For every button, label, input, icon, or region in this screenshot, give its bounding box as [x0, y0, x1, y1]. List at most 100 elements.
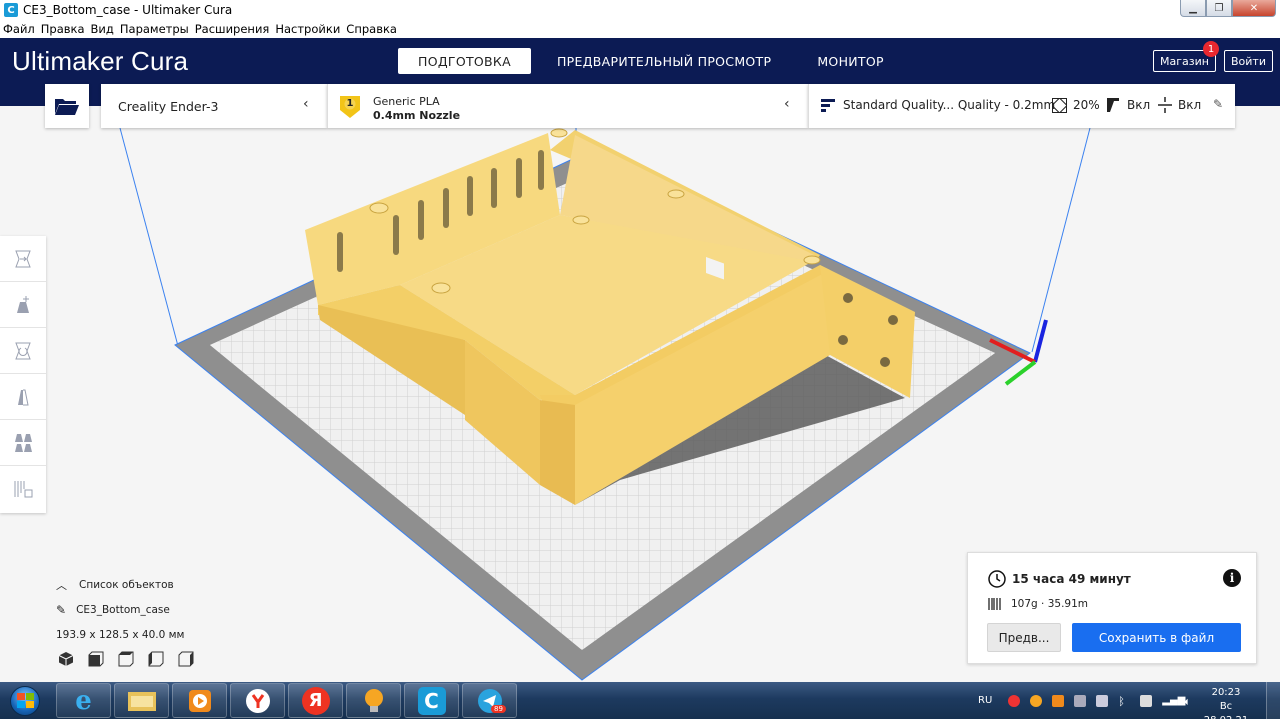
tab-prepare[interactable]: ПОДГОТОВКА [398, 48, 531, 74]
taskbar-telegram[interactable]: 89 [462, 683, 517, 718]
clock-time: 20:23 [1211, 687, 1241, 698]
scale-icon [17, 295, 29, 313]
scale-tool-button[interactable] [0, 282, 46, 328]
print-settings-selector[interactable]: Standard Quality... Quality - 0.2mm 20% … [808, 84, 1235, 128]
view-front-button[interactable] [88, 650, 118, 668]
antivirus-tray-icon[interactable] [1008, 694, 1021, 707]
menu-settings[interactable]: Параметры [120, 22, 189, 36]
yandex-icon: Я [301, 686, 330, 715]
object-dimensions: 193.9 x 128.5 x 40.0 мм [56, 628, 185, 641]
tab-preview[interactable]: ПРЕДВАРИТЕЛЬНЫЙ ПРОСМОТР [537, 48, 791, 74]
view-top-button[interactable] [118, 650, 148, 668]
menu-file[interactable]: Файл [3, 22, 35, 36]
filament-icon [988, 598, 1001, 610]
preview-button[interactable]: Предв... [987, 623, 1061, 652]
sign-in-button[interactable]: Войти [1224, 50, 1273, 72]
material-name: Generic PLA [373, 95, 440, 108]
language-indicator[interactable]: RU [978, 695, 992, 706]
tab-monitor[interactable]: МОНИТОР [797, 48, 904, 74]
extruder-number: 1 [346, 98, 354, 109]
support-value: Вкл [1127, 98, 1151, 112]
lightbulb-icon [364, 688, 383, 712]
taskbar-yandex-browser[interactable] [230, 683, 285, 718]
pencil-icon[interactable]: ✎ [56, 603, 66, 617]
taskbar-yandex[interactable]: Я [288, 683, 343, 718]
minimize-button[interactable]: ▁ [1180, 0, 1206, 17]
open-file-button[interactable] [45, 84, 89, 128]
taskbar-file-explorer[interactable] [114, 683, 169, 718]
view-right-button[interactable] [178, 650, 208, 668]
object-list-header: Список объектов [79, 578, 174, 591]
printer-name: Creality Ender-3 [118, 98, 219, 114]
view-orientation-buttons [58, 650, 208, 668]
chevron-left-icon: ‹ [303, 96, 309, 112]
transform-toolbar [0, 236, 46, 513]
marketplace-badge: 1 [1203, 41, 1219, 57]
object-list-toggle[interactable]: ︿ Список объектов [56, 572, 184, 597]
mirror-icon [18, 389, 29, 405]
object-name: CE3_Bottom_case [76, 603, 170, 616]
move-tool-button[interactable] [0, 236, 46, 282]
pencil-icon[interactable]: ✎ [1213, 97, 1223, 111]
menu-edit[interactable]: Правка [41, 22, 85, 36]
power-tray-icon[interactable] [1140, 694, 1153, 707]
adhesion-icon [1158, 97, 1172, 113]
support-blocker-icon [14, 481, 33, 498]
view-left-button[interactable] [148, 650, 178, 668]
window-title-bar: C CE3_Bottom_case - Ultimaker Cura ▁ ❐ ✕ [0, 0, 1280, 20]
taskbar-cura[interactable]: C [404, 683, 459, 718]
per-model-settings-icon [15, 433, 32, 452]
chevron-left-icon: ‹ [784, 96, 790, 112]
menu-view[interactable]: Вид [91, 22, 114, 36]
network-signal-icon[interactable]: ▂▄▆ [1162, 695, 1185, 707]
cura-icon: C [417, 686, 446, 715]
support-blocker-button[interactable] [0, 466, 46, 512]
system-clock[interactable]: 20:23 Вс 28.02.21 [1196, 686, 1256, 719]
taskbar-media-player[interactable] [172, 683, 227, 718]
window-title: CE3_Bottom_case - Ultimaker Cura [23, 3, 233, 17]
infill-value: 20% [1073, 98, 1100, 112]
folder-icon [127, 691, 156, 711]
info-icon[interactable]: i [1223, 569, 1241, 587]
media-tray-icon[interactable] [1052, 694, 1065, 707]
mirror-tool-button[interactable] [0, 374, 46, 420]
material-selector[interactable]: 1 Generic PLA 0.4mm Nozzle ‹ [327, 84, 808, 128]
speaker-icon[interactable]: 🔈︎ [1184, 695, 1196, 708]
rotate-tool-button[interactable] [0, 328, 46, 374]
support-icon [1107, 98, 1119, 112]
build-volume-edge [119, 127, 179, 347]
menu-preferences[interactable]: Настройки [275, 22, 340, 36]
menu-help[interactable]: Справка [346, 22, 397, 36]
start-button[interactable] [2, 683, 48, 718]
taskbar-bulb-app[interactable] [346, 683, 401, 718]
print-time: 15 часа 49 минут [1012, 572, 1131, 586]
per-model-settings-button[interactable] [0, 420, 46, 466]
bulb-tray-icon[interactable] [1030, 694, 1043, 707]
cura-app-icon: C [4, 3, 18, 17]
taskbar-internet-explorer[interactable]: e [56, 683, 111, 718]
close-icon: ✕ [1249, 2, 1259, 14]
printer-selector[interactable]: Creality Ender-3 ‹ [101, 84, 327, 128]
clock-date: Вс 28.02.21 [1204, 701, 1249, 719]
menu-extensions[interactable]: Расширения [195, 22, 270, 36]
nozzle-size: 0.4mm Nozzle [373, 109, 461, 122]
close-window-button[interactable]: ✕ [1232, 0, 1276, 17]
cube-front-icon [88, 651, 104, 667]
infill-icon [1052, 98, 1067, 113]
restore-icon: ❐ [1214, 2, 1224, 14]
save-to-file-button[interactable]: Сохранить в файл [1072, 623, 1241, 652]
system-tray: RU ᛒ ▂▄▆ 🔈︎ [978, 682, 1206, 719]
cube-left-icon [148, 651, 164, 667]
cube-right-icon [178, 651, 194, 667]
show-desktop-button[interactable] [1266, 682, 1280, 719]
windows-taskbar: e Я C 89 RU ᛒ ▂▄▆ 🔈︎ 20:23 Вс 28.02.21 [0, 682, 1280, 719]
maximize-button[interactable]: ❐ [1206, 0, 1232, 17]
windows-logo-icon [10, 685, 40, 716]
monitor-tray-icon[interactable] [1096, 694, 1109, 707]
view-3d-button[interactable] [58, 650, 88, 668]
ultimaker-cura-logo: Ultimaker Cura [12, 46, 189, 76]
bluetooth-icon[interactable]: ᛒ [1118, 695, 1130, 708]
object-list: ︿ Список объектов ✎ CE3_Bottom_case 193.… [56, 572, 184, 647]
display-tray-icon[interactable] [1074, 694, 1087, 707]
telegram-unread-badge: 89 [491, 705, 506, 713]
